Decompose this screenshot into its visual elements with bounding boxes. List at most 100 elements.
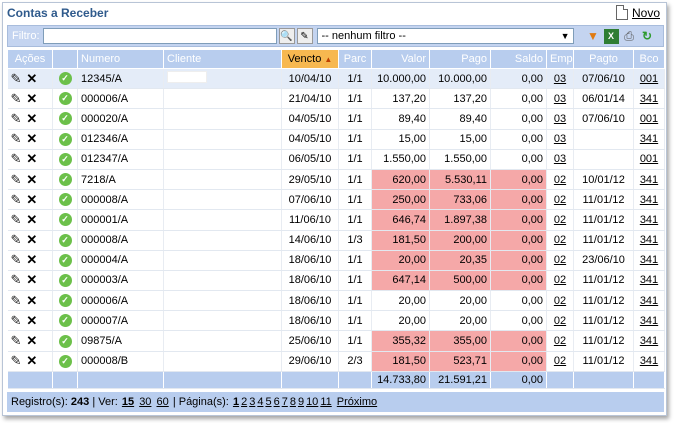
col-emp[interactable]: Emp bbox=[546, 49, 574, 69]
cell-emp-link[interactable]: 02 bbox=[546, 270, 574, 292]
edit-pencil-icon[interactable]: ✎ bbox=[11, 111, 22, 127]
edit-pencil-icon[interactable]: ✎ bbox=[11, 131, 22, 147]
cell-bco-link[interactable]: 341 bbox=[633, 250, 665, 271]
page-link[interactable]: 8 bbox=[290, 396, 296, 408]
cell-bco-link[interactable]: 341 bbox=[633, 310, 665, 332]
cell-emp-link[interactable]: 02 bbox=[546, 169, 574, 191]
cell-bco-link[interactable]: 341 bbox=[633, 230, 665, 251]
funnel-icon[interactable]: ▼ bbox=[586, 29, 601, 44]
cell-bco-link[interactable]: 341 bbox=[633, 209, 665, 231]
edit-pencil-icon[interactable]: ✎ bbox=[11, 333, 22, 349]
cell-bco-link[interactable]: 341 bbox=[633, 88, 665, 110]
delete-x-icon[interactable]: ✕ bbox=[26, 151, 37, 167]
filter-select[interactable]: -- nenhum filtro -- ▼ bbox=[316, 28, 574, 44]
eraser-icon[interactable]: ✎ bbox=[296, 28, 313, 44]
paid-check-icon[interactable]: ✓ bbox=[58, 72, 72, 86]
delete-x-icon[interactable]: ✕ bbox=[26, 293, 37, 309]
page-link[interactable]: 10 bbox=[306, 396, 318, 408]
col-cliente[interactable]: Cliente bbox=[163, 49, 282, 69]
delete-x-icon[interactable]: ✕ bbox=[26, 192, 37, 208]
table-row[interactable]: ✎ ✕ ✓ 000008/A 14/06/10 1/3 181,50 200,00 0,00 02… bbox=[7, 230, 665, 251]
cell-emp-link[interactable]: 03 bbox=[546, 68, 574, 90]
edit-pencil-icon[interactable]: ✎ bbox=[11, 272, 22, 288]
table-row[interactable]: ✎ ✕ ✓ 000003/A 18/06/10 1/1 647,14 500,00 0,00 02… bbox=[7, 270, 665, 292]
cell-bco-link[interactable]: 341 bbox=[633, 351, 665, 372]
novo-button[interactable]: Novo bbox=[615, 5, 660, 20]
table-row[interactable]: ✎ ✕ ✓ 000006/A 21/04/10 1/1 137,20 137,20 0,00 03… bbox=[7, 88, 665, 110]
page-link[interactable]: 7 bbox=[282, 396, 288, 408]
next-page-link[interactable]: Próximo bbox=[337, 396, 377, 408]
cell-bco-link[interactable]: 001 bbox=[633, 149, 665, 170]
paid-check-icon[interactable]: ✓ bbox=[58, 273, 72, 287]
edit-pencil-icon[interactable]: ✎ bbox=[11, 91, 22, 107]
edit-pencil-icon[interactable]: ✎ bbox=[11, 192, 22, 208]
page-link[interactable]: 6 bbox=[274, 396, 280, 408]
edit-pencil-icon[interactable]: ✎ bbox=[11, 353, 22, 369]
cell-bco-link[interactable]: 001 bbox=[633, 68, 665, 90]
cell-emp-link[interactable]: 02 bbox=[546, 330, 574, 352]
delete-x-icon[interactable]: ✕ bbox=[26, 313, 37, 329]
delete-x-icon[interactable]: ✕ bbox=[26, 91, 37, 107]
cell-emp-link[interactable]: 02 bbox=[546, 290, 574, 312]
cell-emp-link[interactable]: 02 bbox=[546, 230, 574, 251]
edit-pencil-icon[interactable]: ✎ bbox=[11, 232, 22, 248]
cell-bco-link[interactable]: 341 bbox=[633, 270, 665, 292]
edit-pencil-icon[interactable]: ✎ bbox=[11, 313, 22, 329]
table-row[interactable]: ✎ ✕ ✓ 012347/A 06/05/10 1/1 1.550,00 1.550,00 0,… bbox=[7, 149, 665, 170]
table-row[interactable]: ✎ ✕ ✓ 000001/A 11/06/10 1/1 646,74 1.897,38 0,00… bbox=[7, 209, 665, 231]
cell-emp-link[interactable]: 02 bbox=[546, 189, 574, 211]
cell-emp-link[interactable]: 03 bbox=[546, 88, 574, 110]
col-vencto[interactable]: Vencto ▲ bbox=[281, 49, 339, 69]
cell-emp-link[interactable]: 02 bbox=[546, 310, 574, 332]
filter-input[interactable] bbox=[42, 28, 277, 44]
col-valor[interactable]: Valor bbox=[371, 49, 430, 69]
novo-link[interactable]: Novo bbox=[632, 6, 660, 20]
cell-emp-link[interactable]: 02 bbox=[546, 209, 574, 231]
delete-x-icon[interactable]: ✕ bbox=[26, 272, 37, 288]
delete-x-icon[interactable]: ✕ bbox=[26, 172, 37, 188]
table-row[interactable]: ✎ ✕ ✓ 000008/B 29/06/10 2/3 181,50 523,71 0,00 02… bbox=[7, 351, 665, 372]
table-row[interactable]: ✎ ✕ ✓ 7218/A 29/05/10 1/1 620,00 5.530,11 0,00 02… bbox=[7, 169, 665, 191]
printer-icon[interactable]: ⎙ bbox=[622, 29, 637, 44]
cell-bco-link[interactable]: 001 bbox=[633, 108, 665, 130]
paid-check-icon[interactable]: ✓ bbox=[58, 193, 72, 207]
paid-check-icon[interactable]: ✓ bbox=[58, 253, 72, 267]
table-row[interactable]: ✎ ✕ ✓ 09875/A 25/06/10 1/1 355,32 355,00 0,00 02 1… bbox=[7, 330, 665, 352]
paid-check-icon[interactable]: ✓ bbox=[58, 112, 72, 126]
ver-option-link[interactable]: 30 bbox=[139, 396, 151, 408]
page-link[interactable]: 9 bbox=[298, 396, 304, 408]
col-pagto[interactable]: Pagto bbox=[573, 49, 634, 69]
paid-check-icon[interactable]: ✓ bbox=[58, 173, 72, 187]
delete-x-icon[interactable]: ✕ bbox=[26, 333, 37, 349]
paid-check-icon[interactable]: ✓ bbox=[58, 213, 72, 227]
cell-bco-link[interactable]: 341 bbox=[633, 129, 665, 150]
cell-bco-link[interactable]: 341 bbox=[633, 290, 665, 312]
paid-check-icon[interactable]: ✓ bbox=[58, 354, 72, 368]
cell-emp-link[interactable]: 03 bbox=[546, 108, 574, 130]
edit-pencil-icon[interactable]: ✎ bbox=[11, 212, 22, 228]
page-link[interactable]: 11 bbox=[320, 396, 331, 408]
cell-emp-link[interactable]: 03 bbox=[546, 129, 574, 150]
page-link[interactable]: 4 bbox=[257, 396, 263, 408]
paid-check-icon[interactable]: ✓ bbox=[58, 152, 72, 166]
edit-pencil-icon[interactable]: ✎ bbox=[11, 151, 22, 167]
page-link[interactable]: 1 bbox=[233, 396, 239, 408]
table-row[interactable]: ✎ ✕ ✓ 000020/A 04/05/10 1/1 89,40 89,40 0,00 03 07… bbox=[7, 108, 665, 130]
ver-option-link[interactable]: 15 bbox=[122, 396, 134, 408]
cell-bco-link[interactable]: 341 bbox=[633, 169, 665, 191]
table-row[interactable]: ✎ ✕ ✓ 000006/A 18/06/10 1/1 20,00 20,00 0,00 02 11… bbox=[7, 290, 665, 312]
delete-x-icon[interactable]: ✕ bbox=[26, 252, 37, 268]
cell-bco-link[interactable]: 341 bbox=[633, 189, 665, 211]
paid-check-icon[interactable]: ✓ bbox=[58, 314, 72, 328]
edit-pencil-icon[interactable]: ✎ bbox=[11, 71, 22, 87]
col-bco[interactable]: Bco bbox=[633, 49, 665, 69]
search-icon[interactable]: 🔍 bbox=[278, 28, 295, 44]
table-row[interactable]: ✎ ✕ ✓ 012346/A 04/05/10 1/1 15,00 15,00 0,00 03 34… bbox=[7, 129, 665, 150]
refresh-icon[interactable]: ↻ bbox=[640, 29, 655, 44]
paid-check-icon[interactable]: ✓ bbox=[58, 233, 72, 247]
paid-check-icon[interactable]: ✓ bbox=[58, 132, 72, 146]
table-row[interactable]: ✎ ✕ ✓ 12345/A 10/04/10 1/1 10.000,00 10.000,00 0… bbox=[7, 68, 665, 90]
delete-x-icon[interactable]: ✕ bbox=[26, 131, 37, 147]
page-link[interactable]: 2 bbox=[241, 396, 247, 408]
col-parc[interactable]: Parc bbox=[338, 49, 372, 69]
